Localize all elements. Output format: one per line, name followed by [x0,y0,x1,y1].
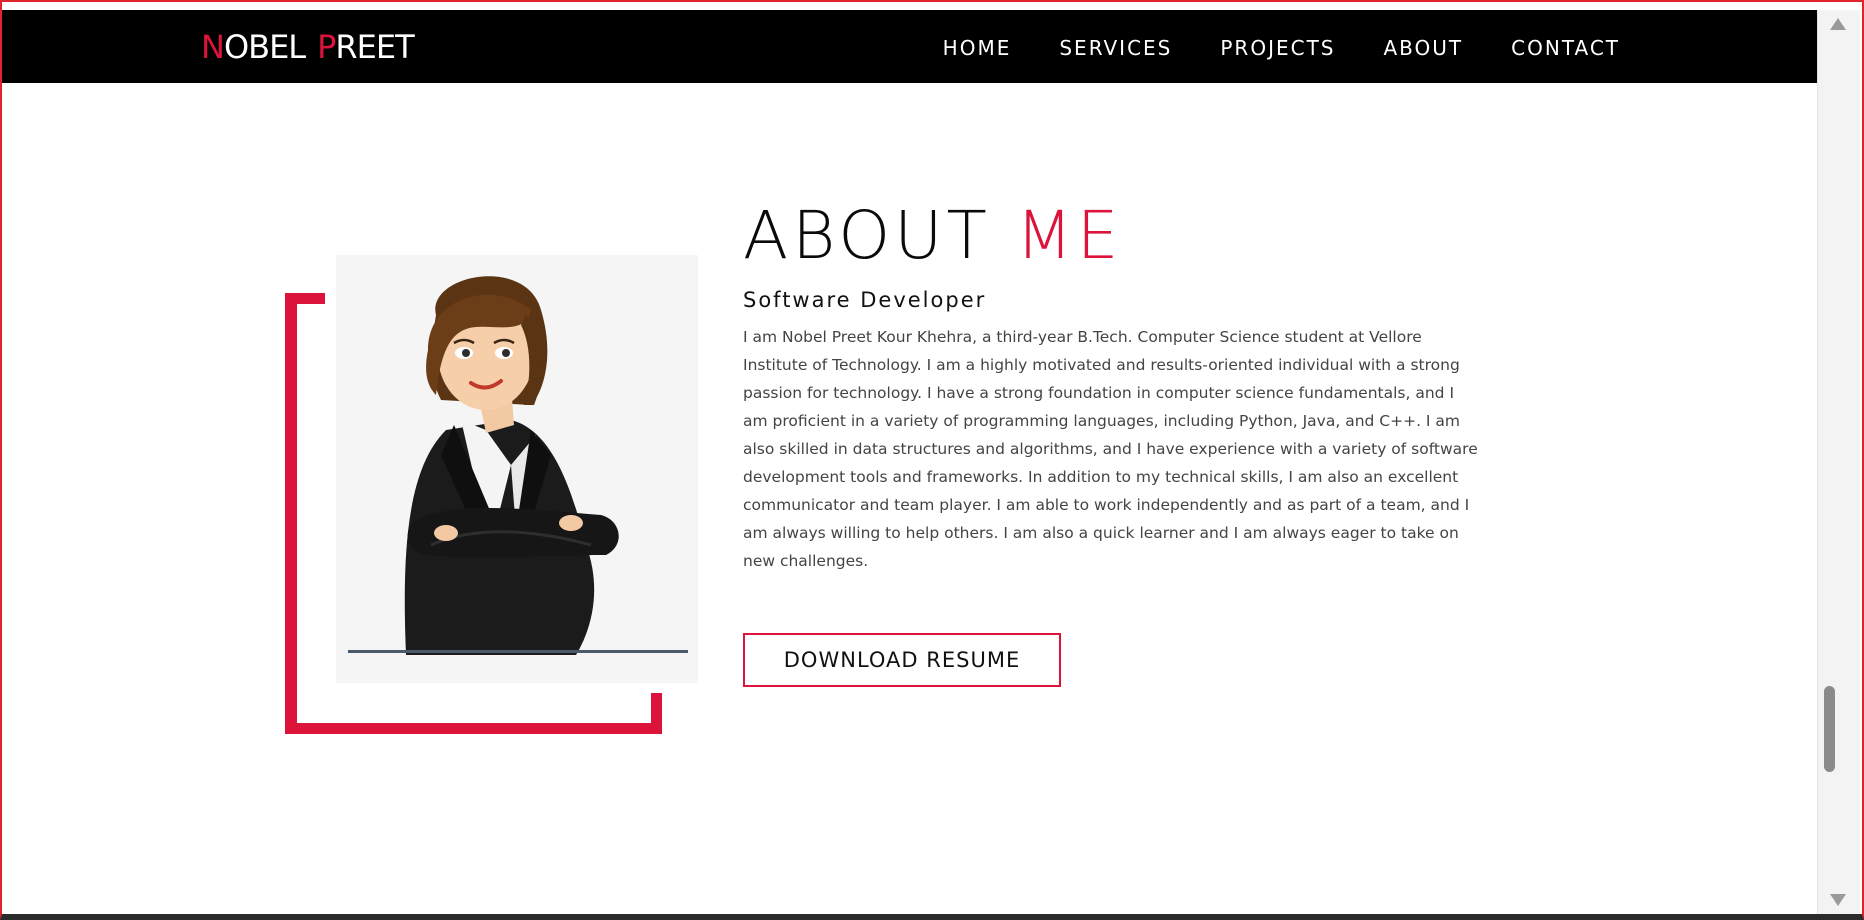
about-title-accent: ME [1015,197,1123,274]
businesswoman-illustration-icon [336,255,698,683]
brand-logo[interactable]: NOBEL PREET [201,27,415,67]
bio-line: am proficient in a variety of programmin… [743,412,1461,430]
scroll-up-arrow-icon[interactable] [1830,18,1846,30]
bio-paragraph: I am Nobel Preet Kour Khehra, a third-ye… [743,323,1528,575]
decorative-frame-top [285,293,325,304]
decorative-frame-right [651,693,662,734]
nav-link-contact[interactable]: CONTACT [1511,36,1620,60]
nav-link-about[interactable]: ABOUT [1384,36,1464,60]
bio-line: also skilled in data structures and algo… [743,440,1478,458]
nav-link-services[interactable]: SERVICES [1059,36,1172,60]
brand-initial-last: P [317,28,336,66]
job-title: Software Developer [743,288,987,312]
profile-image [336,255,698,683]
nav-link-projects[interactable]: PROJECTS [1220,36,1335,60]
bio-line: Institute of Technology. I am a highly m… [743,356,1460,374]
decorative-frame-bottom [285,723,662,734]
bio-line: I am Nobel Preet Kour Khehra, a third-ye… [743,328,1422,346]
brand-initial-first: N [201,28,225,66]
download-resume-button[interactable]: DOWNLOAD RESUME [743,633,1061,687]
brand-first-rest: OBEL [223,28,306,66]
about-title: ABOUT ME [743,196,1122,276]
bio-line: new challenges. [743,552,869,570]
decorative-frame-left [285,293,297,734]
about-title-main: ABOUT [743,197,991,274]
scroll-down-arrow-icon[interactable] [1830,894,1846,906]
vertical-scrollbar[interactable] [1817,10,1860,914]
nav-link-home[interactable]: HOME [943,36,1012,60]
brand-last-rest: REET [335,28,414,66]
bio-line: am always willing to help others. I am a… [743,524,1459,542]
scroll-thumb[interactable] [1824,686,1835,772]
bio-line: development tools and frameworks. In add… [743,468,1459,486]
navbar: NOBEL PREET HOME SERVICES PROJECTS ABOUT … [2,10,1817,83]
window-top-strip [0,0,1864,10]
bio-line: communicator and team player. I am able … [743,496,1470,514]
bio-line: passion for technology. I have a strong … [743,384,1455,402]
nav-links: HOME SERVICES PROJECTS ABOUT CONTACT [943,36,1620,60]
